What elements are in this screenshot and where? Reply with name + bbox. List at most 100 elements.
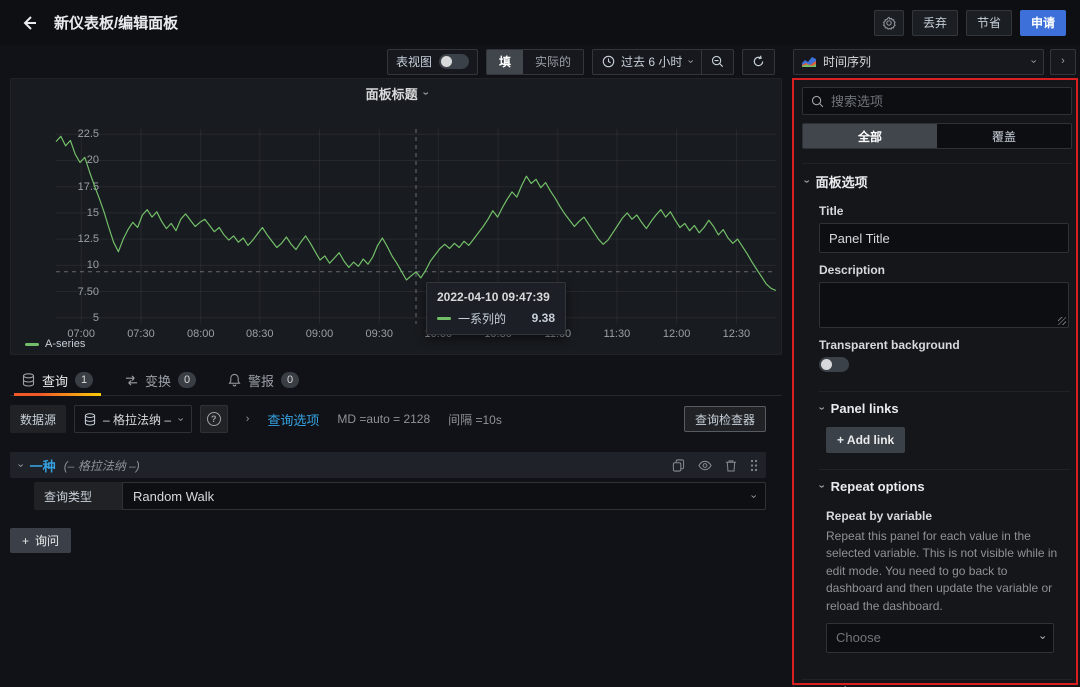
transparent-background-toggle[interactable] [819, 357, 849, 372]
tab-transform[interactable]: 变换 0 [113, 365, 208, 395]
chevron-down-icon: › [174, 417, 185, 421]
remove-query-button[interactable] [725, 459, 737, 472]
chevron-right-icon: › [1061, 56, 1065, 67]
refresh-button[interactable] [743, 50, 774, 74]
chevron-down-icon: › [815, 485, 826, 489]
max-datapoints-stat: MD =auto = 2128 [337, 412, 430, 426]
query-inspector-button[interactable]: 查询检查器 [684, 406, 766, 432]
legend-series-label: A-series [45, 338, 85, 350]
options-search[interactable] [802, 87, 1072, 115]
table-view-toggle[interactable] [439, 54, 469, 69]
repeat-options-header[interactable]: › Repeat options [819, 469, 1070, 503]
time-series-plot[interactable] [56, 129, 776, 324]
x-tick-label: 07:30 [123, 328, 159, 340]
back-button[interactable] [14, 8, 44, 38]
query-options-link[interactable]: 查询选项 [267, 410, 319, 429]
zoom-out-button[interactable] [701, 50, 733, 74]
table-view-toggle-group: 表视图 [387, 49, 478, 75]
refresh-icon [752, 55, 765, 68]
query-type-value: Random Walk [133, 489, 214, 504]
chevron-down-icon: › [419, 91, 430, 95]
section-tooltip-label: 工具提示 [817, 683, 869, 687]
repeat-help-text: Repeat this panel for each value in the … [826, 528, 1062, 615]
tooltip-series-name: 一系列的 [458, 310, 506, 327]
panel-options-pane: 全部 覆盖 › 面板选项 Title Description Transpare… [793, 79, 1080, 687]
apply-button[interactable]: 申请 [1020, 10, 1066, 36]
edit-toolbar: 表视图 填 实际的 过去 6 小时 › [0, 45, 1080, 78]
transform-icon [125, 374, 138, 387]
repeat-by-variable-label: Repeat by variable [826, 509, 1070, 523]
title-field-label: Title [819, 204, 1070, 218]
options-tab-group: 全部 覆盖 [802, 123, 1072, 149]
query-row-header[interactable]: › 一种 (– 格拉法纳 –) [10, 452, 766, 478]
x-tick-label: 08:00 [183, 328, 219, 340]
panel-links-header[interactable]: › Panel links [819, 391, 1070, 425]
add-query-label: 询问 [35, 532, 59, 549]
chart-legend[interactable]: A-series [25, 338, 85, 350]
repeat-options-header-label: Repeat options [831, 479, 925, 494]
trash-icon [725, 459, 737, 472]
query-row-actions [672, 459, 758, 472]
refresh-group [742, 49, 775, 75]
alert-count-badge: 0 [281, 372, 299, 388]
database-icon [22, 373, 35, 387]
panel-settings-button[interactable] [874, 10, 904, 36]
tab-query[interactable]: 查询 1 [10, 365, 105, 395]
datasource-value: – 格拉法纳 – [103, 411, 171, 428]
chevron-down-icon: › [14, 463, 25, 467]
drag-query-handle[interactable] [750, 459, 758, 472]
magnifier-minus-icon [711, 55, 724, 68]
time-range-label: 过去 6 小时 [621, 53, 682, 70]
save-button[interactable]: 节省 [966, 10, 1012, 36]
timeseries-chart-icon [802, 56, 816, 67]
gear-icon [882, 16, 896, 30]
viz-picker-label: 时间序列 [823, 53, 871, 70]
choose-placeholder: Choose [836, 630, 881, 645]
copy-icon [672, 459, 685, 472]
hide-query-button[interactable] [698, 460, 712, 471]
query-type-row: 查询类型 Random Walk › [34, 482, 766, 510]
add-query-button[interactable]: + 询问 [10, 528, 71, 553]
datasource-select[interactable]: – 格拉法纳 – › [74, 405, 192, 433]
series-color-marker [25, 343, 39, 346]
repeat-variable-select[interactable]: Choose › [826, 623, 1054, 653]
chart-tooltip: 2022-04-10 09:47:39 一系列的 9.38 [426, 282, 566, 335]
description-field-label: Description [819, 263, 1070, 277]
tab-query-label: 查询 [42, 371, 68, 390]
viz-picker-select[interactable]: 时间序列 › [793, 49, 1044, 75]
query-options-group: › 查询选项 MD =auto = 2128 间隔 =10s [246, 410, 502, 429]
time-range-button[interactable]: 过去 6 小时 › [593, 50, 701, 74]
chevron-right-icon: › [246, 414, 250, 425]
tooltip-series-marker [437, 317, 451, 320]
datasource-row: 数据源 – 格拉法纳 – › ? › 查询选项 MD =auto = 2128 … [10, 405, 766, 433]
tab-overrides[interactable]: 覆盖 [937, 124, 1071, 148]
section-tooltip[interactable]: › 工具提示 [802, 679, 1072, 687]
duplicate-query-button[interactable] [672, 459, 685, 472]
x-tick-label: 12:00 [659, 328, 695, 340]
back-arrow-icon [20, 14, 38, 32]
header-actions: 丢弃 节省 申请 [874, 10, 1066, 36]
query-type-select[interactable]: Random Walk › [122, 482, 766, 510]
discard-button[interactable]: 丢弃 [912, 10, 958, 36]
query-ref-id: 一种 [30, 456, 56, 475]
datasource-help-button[interactable]: ? [200, 405, 228, 433]
panel-title-menu[interactable]: 面板标题 › [11, 79, 781, 107]
panel-title-input[interactable] [819, 223, 1069, 253]
description-textarea[interactable] [819, 282, 1069, 328]
collapse-options-pane-button[interactable]: › [1050, 49, 1076, 75]
question-circle-icon: ? [207, 412, 221, 426]
tab-alert[interactable]: 警报 0 [216, 365, 311, 395]
add-link-button[interactable]: + Add link [826, 427, 905, 453]
fill-segment[interactable]: 填 [487, 50, 523, 74]
options-search-input[interactable] [831, 94, 1063, 109]
tab-all[interactable]: 全部 [803, 124, 937, 148]
panel-options-header[interactable]: › 面板选项 [804, 164, 1070, 198]
eye-icon [698, 460, 712, 471]
panel-title: 面板标题 [366, 84, 418, 103]
actual-segment[interactable]: 实际的 [523, 50, 583, 74]
drag-handle-icon [750, 459, 758, 472]
query-type-label: 查询类型 [34, 482, 122, 510]
chevron-down-icon: › [815, 407, 826, 411]
interval-stat: 间隔 =10s [448, 411, 502, 428]
chart-panel: 面板标题 › 22.52017.51512.5107.505 07:0007:3… [10, 78, 782, 355]
